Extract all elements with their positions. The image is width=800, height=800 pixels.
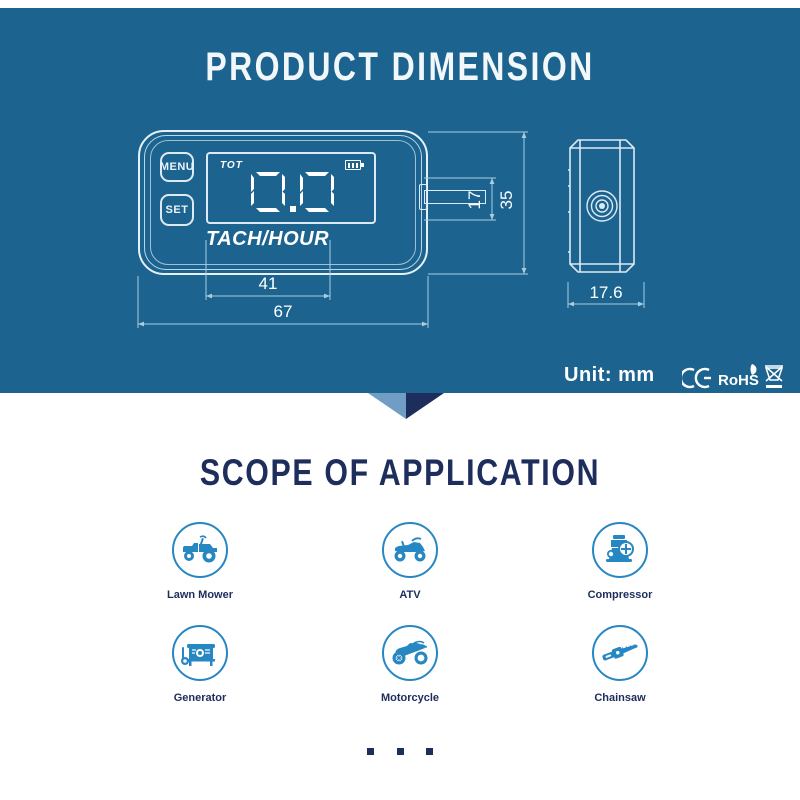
set-button[interactable]: SET (160, 194, 194, 226)
application-label: Compressor (587, 589, 653, 601)
unit-label: Unit: mm (564, 364, 655, 386)
application-label: Chainsaw (594, 692, 646, 704)
lcd-reading (208, 170, 378, 216)
application-grid: Lawn Mower ATV Compressor Generator Moto… (110, 522, 710, 728)
atv-icon-ring (382, 522, 438, 578)
device-side-view (568, 139, 635, 273)
device-front-view: MENU SET TOT TACH/HOUR (138, 130, 428, 275)
product-dimension-title: PRODUCT DIMENSION (205, 45, 595, 89)
ellipsis-dot (396, 748, 404, 755)
application-item-lawn-mower[interactable]: Lawn Mower (110, 522, 290, 601)
application-item-atv[interactable]: ATV (320, 522, 500, 601)
lawn-mower-icon-ring (172, 522, 228, 578)
scope-of-application-title: SCOPE OF APPLICATION (199, 452, 601, 493)
application-item-chainsaw[interactable]: Chainsaw (530, 625, 710, 704)
weee-bin-mark (764, 365, 784, 382)
generator-icon-ring (172, 625, 228, 681)
application-label: Generator (173, 692, 227, 704)
chainsaw-icon-ring (592, 625, 648, 681)
atv-icon (394, 537, 426, 562)
ellipsis-dot (367, 748, 375, 755)
ellipsis-dot (425, 748, 433, 755)
battery-icon (345, 160, 364, 170)
dimension-value-17-6: 17.6 (589, 283, 623, 302)
generator-icon (181, 644, 215, 666)
application-label: Motorcycle (380, 692, 440, 704)
dimension-value-35: 35 (497, 190, 516, 210)
dimension-value-67: 67 (273, 302, 293, 321)
device-brand-text: TACH/HOUR (206, 228, 330, 250)
application-item-generator[interactable]: Generator (110, 625, 290, 704)
motorcycle-icon-ring (382, 625, 438, 681)
product-infographic: PRODUCT DIMENSION MENU SET TOT TACH/HOUR… (0, 0, 800, 800)
dimension-value-17: 17 (465, 190, 484, 210)
more-applications-indicator (0, 742, 800, 760)
compressor-icon-ring (592, 522, 648, 578)
compressor-icon (606, 535, 634, 562)
dimension-value-41: 41 (258, 274, 278, 293)
application-label: ATV (399, 589, 421, 601)
menu-button[interactable]: MENU (160, 152, 194, 182)
application-row: Generator Motorcycle Chainsaw (110, 625, 710, 704)
ce-mark (682, 367, 711, 389)
application-row: Lawn Mower ATV Compressor (110, 522, 710, 601)
product-dimension-panel: PRODUCT DIMENSION MENU SET TOT TACH/HOUR… (0, 8, 800, 393)
section-divider-chevron (368, 393, 444, 419)
chainsaw-icon (602, 644, 638, 661)
application-item-motorcycle[interactable]: Motorcycle (320, 625, 500, 704)
certification-marks: RoHS (682, 364, 784, 389)
lawn-mower-icon (183, 535, 217, 563)
lcd-display: TOT (206, 152, 376, 224)
application-item-compressor[interactable]: Compressor (530, 522, 710, 601)
motorcycle-icon (392, 640, 428, 665)
application-label: Lawn Mower (166, 589, 233, 601)
